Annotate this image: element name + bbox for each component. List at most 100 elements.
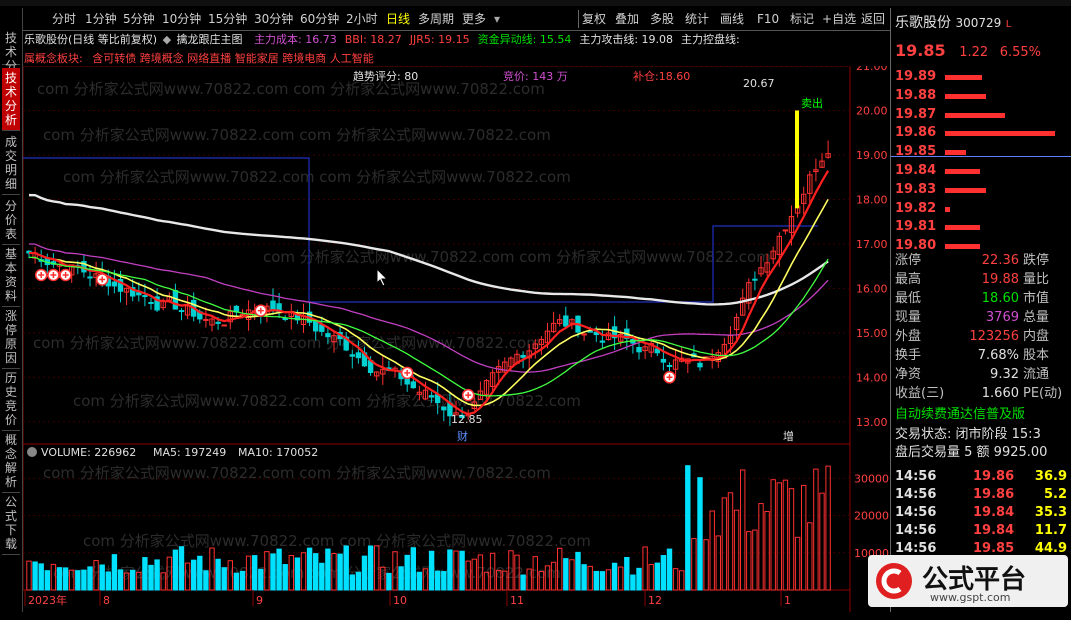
period-fenshi[interactable]: 分时 (52, 11, 76, 27)
candle-body (136, 292, 142, 296)
volume-bar (746, 531, 752, 591)
left-tab-bar: 技术分析 技术分析 成交明细 分价表 基本资料 涨停原因 历史竞价 概念解析 公… (0, 8, 23, 612)
indicator-values: 主力成本: 16.73 BBI: 18.27 JJR5: 19.15 资金异动线: 1… (246, 33, 740, 46)
quote-stat-row: 外盘 123256 内盘 (895, 328, 1067, 346)
more-chevron-icon[interactable]: ▾ (494, 11, 500, 27)
watermark-text: com 分析家公式网www.70822.com com 分析家公式网www.70… (43, 126, 551, 144)
indicator-settings-icon[interactable]: ◆ (163, 33, 171, 46)
toolbar-divider (578, 10, 579, 28)
promo-text[interactable]: 自动续费通达信普及版 (895, 406, 1067, 424)
period-15min[interactable]: 15分钟 (208, 11, 247, 27)
tab-tech-analysis[interactable]: 技术分析 (2, 28, 20, 87)
volume-bar (319, 562, 325, 591)
volume-bar (56, 567, 63, 591)
volume-bar (130, 569, 136, 591)
volume-bar (819, 492, 825, 591)
depth-bar (945, 187, 987, 193)
volume-bar (776, 482, 782, 591)
volume-bar (252, 555, 258, 591)
draw-line-button[interactable]: 画线 (720, 11, 744, 27)
statistics-button[interactable]: 统计 (685, 11, 709, 27)
overlay-button[interactable]: 叠加 (615, 11, 639, 27)
watermark-text: com 分析家公式网www.70822.com com 分析家公式网www.70… (83, 532, 591, 550)
period-more[interactable]: 更多 (462, 11, 486, 27)
mark-button[interactable]: 标记 (790, 11, 814, 27)
volume-bar (111, 554, 118, 591)
tab-history-auction[interactable]: 历史竞价 (2, 368, 20, 431)
volume-bar (642, 546, 648, 591)
watchlist-button[interactable]: +自选 (822, 11, 856, 27)
period-2hour[interactable]: 2小时 (346, 11, 378, 27)
volume-bar (715, 535, 721, 591)
indicator-5: 主力控盘线: (681, 33, 740, 46)
template-name[interactable]: 擒龙跟庄主图 (177, 33, 243, 46)
volume-bar (172, 549, 179, 591)
depth-bar (945, 150, 966, 156)
tab-limit-up-reason[interactable]: 涨停原因 (2, 306, 20, 369)
tab-price-table[interactable]: 分价表 (2, 196, 20, 245)
order-book-level[interactable]: 19.82 (895, 200, 1067, 218)
volume-bar (117, 569, 124, 591)
fuquan-button[interactable]: 复权 (582, 11, 606, 27)
volume-bar (404, 554, 410, 591)
volume-bar (624, 557, 630, 591)
order-book-level[interactable]: 19.81 (895, 218, 1067, 236)
price-tick-label: 13.00 (856, 416, 888, 429)
volume-bar (770, 479, 776, 591)
stat-label-2: 量比 (1023, 272, 1050, 287)
volume-bar (233, 572, 240, 591)
volume-bar (679, 570, 685, 591)
candle-body (178, 310, 185, 313)
volume-bar (276, 548, 282, 591)
order-book-level[interactable]: 19.84 (895, 162, 1067, 180)
volume-bar (782, 479, 789, 591)
f10-button[interactable]: F10 (757, 11, 779, 27)
logo-mark-icon (876, 563, 912, 599)
volume-bar (325, 548, 331, 591)
tab-formula-download[interactable]: 公式下载 (2, 492, 20, 555)
back-button[interactable]: 返回 (861, 11, 885, 27)
period-10min[interactable]: 10分钟 (162, 11, 201, 27)
tick-volume: 11.7 (1034, 523, 1067, 538)
volume-bar (703, 539, 709, 591)
candle-body (599, 340, 606, 343)
volume-bar (221, 567, 227, 591)
time-tick-label: 9 (256, 594, 263, 607)
multi-stock-button[interactable]: 多股 (650, 11, 674, 27)
period-daily[interactable]: 日线 (386, 11, 410, 27)
share-increase-marker[interactable]: 增 (783, 429, 794, 443)
volume-bar (788, 488, 795, 591)
time-tick-label: 8 (103, 594, 110, 607)
volume-bar (630, 574, 636, 591)
stat-label: 净资 (895, 367, 922, 382)
kline-chart[interactable]: com 分析家公式网www.70822.com com 分析家公式网www.70… (23, 66, 890, 612)
tab-tech-analysis-active[interactable]: 技术分析 (2, 68, 20, 131)
watermark-text: com 分析家公式网www.70822.com com 分析家公式网www.70… (43, 464, 551, 482)
watermark-text: com 分析家公式网www.70822.com com 分析家公式网www.70… (33, 334, 541, 352)
tab-basic-info[interactable]: 基本资料 (2, 244, 20, 307)
volume-bar (239, 570, 246, 591)
tick-time: 14:56 (895, 523, 937, 538)
indicator-0: 主力成本: 16.73 (254, 33, 337, 46)
volume-bar (306, 547, 313, 591)
period-toolbar: 分时 1分钟 5分钟 10分钟 15分钟 30分钟 60分钟 2小时 日线 多周… (0, 8, 890, 31)
volume-bar (563, 558, 569, 591)
financial-report-marker[interactable]: 财 (457, 429, 468, 443)
volume-settings-icon[interactable] (27, 447, 37, 457)
period-1min[interactable]: 1分钟 (85, 11, 117, 27)
tab-concept-analysis[interactable]: 概念解析 (2, 430, 20, 493)
depth-bar (945, 75, 982, 80)
period-60min[interactable]: 60分钟 (300, 11, 339, 27)
period-multi[interactable]: 多周期 (418, 11, 454, 27)
period-5min[interactable]: 5分钟 (123, 11, 155, 27)
volume-bar (794, 536, 801, 591)
order-book-level[interactable]: 19.85 (895, 143, 1067, 161)
tick-volume: 5.2 (1043, 487, 1067, 502)
time-tick-label: 12 (648, 594, 662, 607)
period-30min[interactable]: 30分钟 (254, 11, 293, 27)
volume-bar (697, 477, 703, 591)
stat-label-2: 市值 (1023, 291, 1050, 306)
volume-bar (367, 545, 374, 591)
tab-trade-detail[interactable]: 成交明细 (2, 132, 20, 195)
volume-bar (349, 574, 356, 591)
